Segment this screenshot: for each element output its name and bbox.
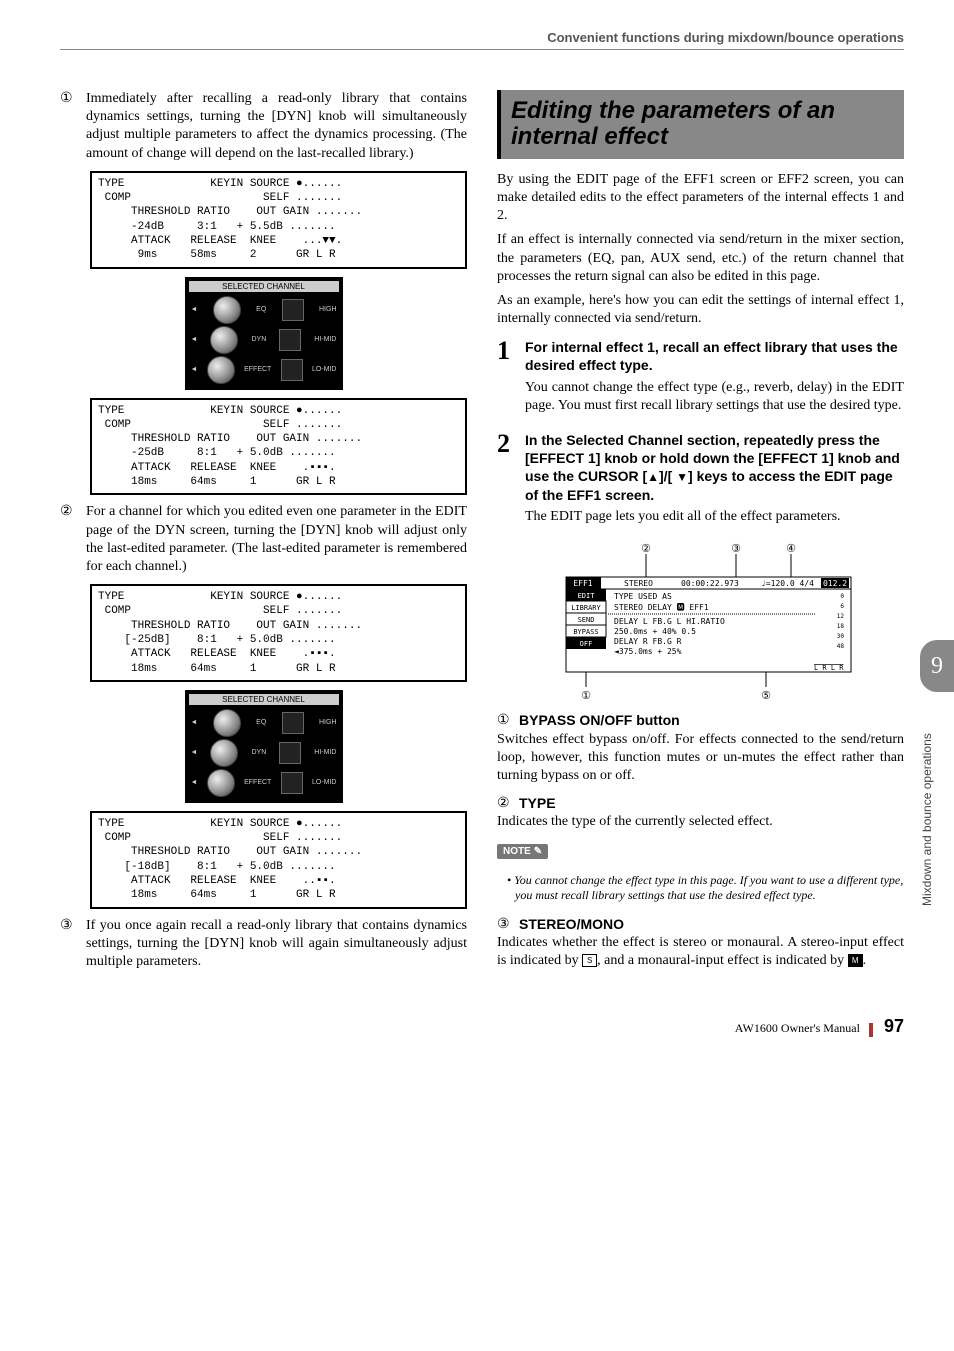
svg-text:BYPASS: BYPASS (573, 628, 598, 636)
svg-text:TYPE USED AS: TYPE USED AS (614, 592, 672, 601)
dyn-screen-4: TYPE KEYIN SOURCE ●...... COMP SELF ....… (90, 811, 467, 909)
type-body: Indicates the type of the currently sele… (497, 813, 904, 831)
svg-text:LIBRARY: LIBRARY (571, 604, 601, 612)
svg-text:6: 6 (840, 603, 844, 610)
bypass-num: ① (497, 712, 515, 730)
panel-title: SELECTED CHANNEL (189, 281, 339, 292)
svg-text:DELAY R FB.G R: DELAY R FB.G R (614, 637, 682, 646)
eq-knob (213, 296, 241, 324)
lomid-button-2 (281, 772, 303, 794)
svg-text:STEREO DELAY 🅼 EFF1: STEREO DELAY 🅼 EFF1 (614, 603, 709, 612)
dyn-screen-2: TYPE KEYIN SOURCE ●...... COMP SELF ....… (90, 398, 467, 496)
bypass-body: Switches effect bypass on/off. For effec… (497, 731, 904, 786)
intro-3: As an example, here's how you can edit t… (497, 292, 904, 328)
callout-4: ④ (786, 543, 796, 555)
callout-3: ③ (731, 543, 741, 555)
type-head: TYPE (519, 795, 556, 813)
dyn-knob-2 (210, 739, 238, 767)
intro-2: If an effect is internally connected via… (497, 231, 904, 286)
eff1-screen-figure: ② ③ ④ EFF1 STEREO 00:00:22.973 ♩=120.0 4… (546, 542, 856, 702)
para-1: Immediately after recalling a read-only … (86, 90, 467, 163)
stereo-body: Indicates whether the effect is stereo o… (497, 934, 904, 970)
svg-text:◄375.0ms + 25%: ◄375.0ms + 25% (614, 647, 682, 656)
himid-button-2 (279, 742, 301, 764)
intro-1: By using the EDIT page of the EFF1 scree… (497, 171, 904, 226)
callout-1: ① (581, 690, 591, 702)
panel-title-2: SELECTED CHANNEL (189, 694, 339, 705)
himid-button (279, 329, 301, 351)
svg-text:250.0ms + 40% 0.5: 250.0ms + 40% 0.5 (614, 627, 696, 636)
page-number: 97 (884, 1016, 904, 1036)
mono-icon: M (848, 954, 863, 967)
para-3: If you once again recall a read-only lib… (86, 917, 467, 972)
selected-channel-panel: SELECTED CHANNEL ◄EQHIGH ◄DYNHI-MID ◄EFF… (185, 277, 343, 390)
stereo-icon: S (582, 954, 597, 967)
step-2-number: 2 (497, 431, 519, 532)
step-2-head: In the Selected Channel section, repeate… (525, 431, 904, 504)
lomid-button (281, 359, 303, 381)
circle-1: ① (60, 90, 78, 163)
svg-text:L R L R: L R L R (814, 664, 844, 672)
svg-text:18: 18 (836, 623, 844, 630)
stereo-num: ③ (497, 916, 515, 934)
para-2: For a channel for which you edited even … (86, 503, 467, 576)
svg-text:48: 48 (836, 643, 844, 650)
svg-text:0: 0 (840, 593, 844, 600)
dyn-knob (210, 326, 238, 354)
stereo-head: STEREO/MONO (519, 916, 624, 934)
down-arrow-icon: ▼ (676, 470, 688, 484)
effect-knob-2 (207, 769, 235, 797)
step-1-number: 1 (497, 338, 519, 421)
type-num: ② (497, 795, 515, 813)
effect-knob (207, 356, 235, 384)
svg-text:STEREO: STEREO (624, 579, 653, 588)
callout-5: ⑤ (761, 690, 771, 702)
dyn-screen-3: TYPE KEYIN SOURCE ●...... COMP SELF ....… (90, 584, 467, 682)
svg-text:12: 12 (836, 613, 844, 620)
note-tag: NOTE (497, 844, 548, 859)
section-heading: Editing the parameters of an internal ef… (497, 90, 904, 159)
page-footer: AW1600 Owner's Manual 97 (60, 1016, 904, 1037)
circle-2: ② (60, 503, 78, 576)
bypass-head: BYPASS ON/OFF button (519, 712, 680, 730)
chapter-number: 9 (920, 640, 954, 692)
svg-text:OFF: OFF (579, 640, 592, 648)
eq-knob-2 (213, 709, 241, 737)
svg-text:DELAY L FB.G L HI.RATI: DELAY L FB.G L HI.RATIO (614, 617, 725, 626)
right-column: Editing the parameters of an internal ef… (497, 90, 904, 976)
callout-2: ② (641, 543, 651, 555)
high-button-2 (282, 712, 304, 734)
svg-text:SEND: SEND (577, 616, 594, 624)
svg-text:EDIT: EDIT (577, 592, 595, 600)
svg-text:30: 30 (836, 633, 844, 640)
step-1-head: For internal effect 1, recall an effect … (525, 338, 904, 374)
up-arrow-icon: ▲ (647, 470, 659, 484)
selected-channel-panel-2: SELECTED CHANNEL ◄EQHIGH ◄DYNHI-MID ◄EFF… (185, 690, 343, 803)
step-2-body: The EDIT page lets you edit all of the e… (525, 508, 904, 526)
circle-3: ③ (60, 917, 78, 972)
high-button (282, 299, 304, 321)
dyn-screen-1: TYPE KEYIN SOURCE ●...... COMP SELF ....… (90, 171, 467, 269)
step-1-body: You cannot change the effect type (e.g.,… (525, 379, 904, 415)
note-body: • You cannot change the effect type in t… (515, 873, 904, 904)
running-header: Convenient functions during mixdown/boun… (60, 30, 904, 50)
manual-title: AW1600 Owner's Manual (735, 1021, 860, 1035)
left-column: ① Immediately after recalling a read-onl… (60, 90, 467, 976)
chapter-side-tab: 9 Mixdown and bounce operations (920, 640, 954, 960)
svg-text:EFF1: EFF1 (573, 579, 592, 588)
svg-text:♩=120.0 4/4: ♩=120.0 4/4 (761, 579, 814, 588)
footer-bar-icon (869, 1023, 873, 1037)
chapter-label: Mixdown and bounce operations (920, 700, 954, 940)
svg-text:00:00:22.973: 00:00:22.973 (681, 579, 739, 588)
step-2-head-b: ]/[ (659, 468, 676, 484)
svg-text:012.2: 012.2 (822, 579, 846, 588)
